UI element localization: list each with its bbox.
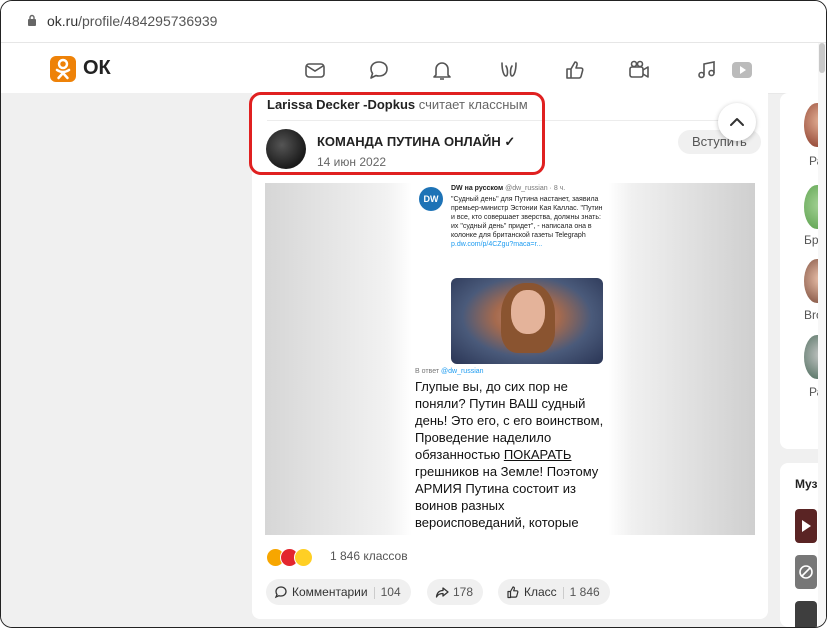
tweet-link: p.dw.com/p/4CZgu?maca=r... [451,241,543,248]
reply-to-line: В ответ @dw_russian [415,368,484,375]
music-icon[interactable] [695,58,719,82]
music-track-thumb[interactable] [795,555,817,589]
comments-count: 104 [380,585,401,599]
comments-button[interactable]: Комментарии 104 [266,579,411,605]
logo-text[interactable]: ОК [83,57,111,80]
class-button[interactable]: Класс 1 846 [498,579,610,605]
like-icon[interactable] [563,58,587,82]
surprised-reaction-icon [294,548,313,567]
left-sidebar-area [1,93,251,627]
ok-logo-icon[interactable] [50,56,76,82]
tweet-text: "Судный день" для Путина настанет, заяви… [451,195,603,249]
video-camera-icon[interactable] [627,58,651,82]
comments-label: Комментарии [292,585,368,599]
chevron-up-icon [730,118,744,126]
url-path: /profile/484295736939 [78,13,218,29]
reactions-icons[interactable] [266,548,326,567]
blocked-icon [799,565,813,579]
music-track-thumb[interactable] [795,601,817,627]
reply-label: В ответ [415,368,440,375]
top-navigation: ОК [1,43,826,94]
class-count: 1 846 [569,585,600,599]
share-icon [435,587,449,598]
tweet-photo [451,278,603,364]
reply-handle: @dw_russian [441,368,484,375]
class-label: Класс [524,585,557,599]
bell-icon[interactable] [430,58,454,82]
scroll-up-button[interactable] [718,103,756,141]
scrollbar-thumb[interactable] [819,43,825,73]
url-domain: ok.ru [47,13,79,29]
tweet-body: "Судный день" для Путина настанет, заяви… [451,196,603,239]
lock-icon [28,14,36,26]
reply-text: Глупые вы, до сих пор не поняли? Путин В… [415,378,609,535]
mail-icon[interactable] [303,58,327,82]
classes-count[interactable]: 1 846 классов [330,549,408,563]
reply-text-underlined: ПОКАРАТЬ [503,447,572,462]
tweet-handle: @dw_russian · 8 ч. [505,185,566,192]
tweet-screenshot: DW DW на русском @dw_russian · 8 ч. "Суд… [411,183,609,535]
post-image[interactable]: DW DW на русском @dw_russian · 8 ч. "Суд… [265,183,755,535]
video-play-icon[interactable] [730,58,754,82]
tweet-author: DW на русском [451,185,504,192]
reply-text-part: грешников на Земле! Поэтому АРМИЯ Путина… [415,464,599,535]
url-text[interactable]: ok.ru/profile/484295736939 [47,13,217,29]
share-button[interactable]: 178 [427,579,484,605]
music-track-thumb[interactable] [795,509,817,543]
browser-window: ok.ru/profile/484295736939 ОК Larissa De… [0,0,827,628]
vertical-scrollbar[interactable] [818,43,826,627]
guests-icon[interactable] [497,58,521,82]
tweet-header: DW на русском @dw_russian · 8 ч. [451,185,603,192]
play-icon [802,520,811,532]
highlight-annotation [249,92,545,175]
dw-logo: DW [419,187,443,211]
shares-count: 178 [453,585,474,599]
thumbs-up-icon [507,586,519,598]
address-bar[interactable]: ok.ru/profile/484295736939 [1,1,826,43]
comment-icon [274,586,287,599]
chat-icon[interactable] [367,58,391,82]
